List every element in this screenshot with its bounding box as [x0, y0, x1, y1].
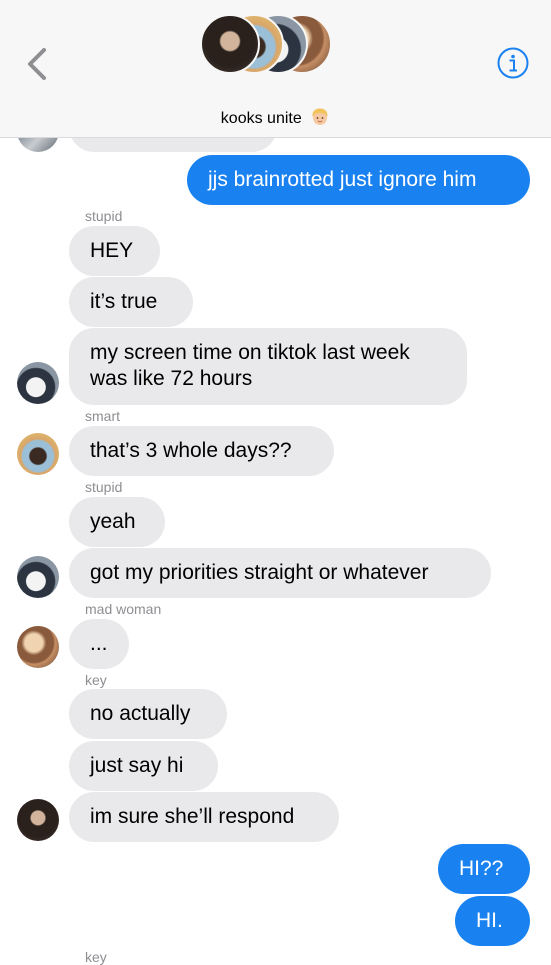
avatar — [200, 14, 260, 74]
info-circle-icon[interactable] — [497, 47, 529, 79]
avatar[interactable] — [17, 556, 59, 598]
message-bubble-outgoing[interactable]: HI. — [455, 896, 530, 946]
message-list[interactable]: jjs brainrotted just ignore him stupid H… — [0, 0, 551, 965]
conversation-header: kooks unite — [0, 0, 551, 138]
message-bubble[interactable]: that’s 3 whole days?? — [69, 426, 334, 476]
avatar[interactable] — [17, 799, 59, 841]
sender-name: smart — [85, 408, 120, 424]
sender-name: key — [85, 949, 107, 965]
message-bubble-outgoing[interactable]: jjs brainrotted just ignore him — [187, 155, 530, 205]
message-bubble[interactable]: im sure she’ll respond — [69, 792, 339, 842]
message-bubble[interactable]: no actually — [69, 689, 227, 739]
avatar[interactable] — [17, 433, 59, 475]
message-bubble-outgoing[interactable]: HI?? — [438, 844, 530, 894]
message-bubble[interactable]: it’s true — [69, 277, 193, 327]
sender-name: mad woman — [85, 601, 162, 617]
avatar[interactable] — [17, 362, 59, 404]
conversation-title[interactable]: kooks unite — [0, 107, 551, 132]
sender-name: stupid — [85, 479, 123, 495]
message-bubble[interactable]: just say hi — [69, 741, 218, 791]
group-name: kooks unite — [220, 110, 302, 127]
message-bubble[interactable]: ... — [69, 619, 129, 669]
message-bubble[interactable]: got my priorities straight or whatever — [69, 548, 491, 598]
message-bubble[interactable]: my screen time on tiktok last week was l… — [69, 328, 467, 405]
sender-name: key — [85, 672, 107, 688]
chevron-left-icon[interactable] — [20, 44, 56, 84]
person-blond-hair-emoji — [310, 107, 330, 132]
group-avatar-stack[interactable] — [200, 14, 335, 76]
message-bubble[interactable]: yeah — [69, 497, 165, 547]
avatar[interactable] — [17, 626, 59, 668]
message-bubble[interactable]: HEY — [69, 226, 160, 276]
sender-name: stupid — [85, 208, 123, 224]
